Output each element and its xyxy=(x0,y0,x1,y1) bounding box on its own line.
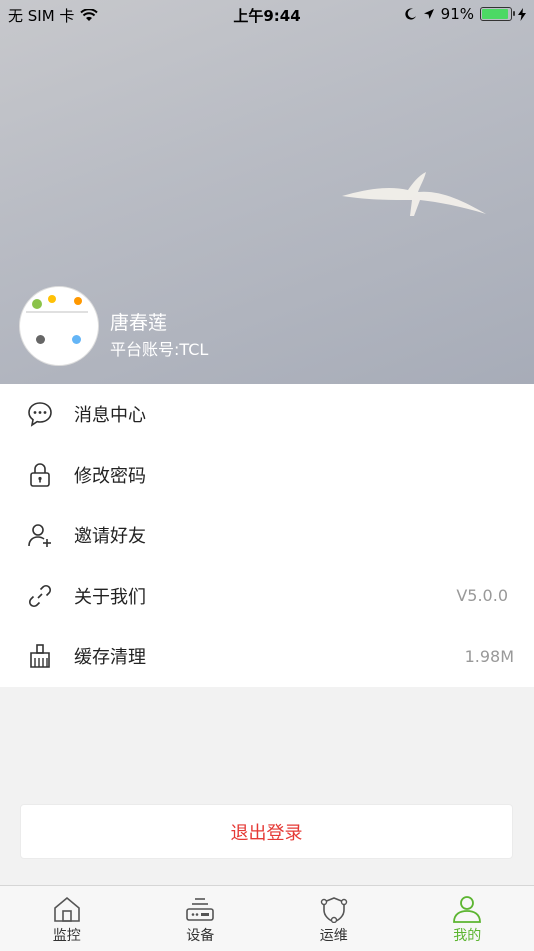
maintenance-icon xyxy=(319,895,349,923)
charging-icon xyxy=(518,8,526,21)
menu-label: 关于我们 xyxy=(74,583,146,609)
battery-percent: 91% xyxy=(441,5,474,23)
menu-item-change-password[interactable]: 修改密码 xyxy=(0,445,534,506)
tab-maintenance[interactable]: 运维 xyxy=(267,886,401,951)
device-icon xyxy=(185,895,215,923)
moon-icon xyxy=(405,8,417,20)
lock-icon xyxy=(26,461,54,489)
tab-devices[interactable]: 设备 xyxy=(134,886,268,951)
tab-label: 我的 xyxy=(453,925,481,945)
logout-button[interactable]: 退出登录 xyxy=(20,804,513,859)
user-account: 平台账号:TCL xyxy=(110,336,208,360)
settings-menu: 消息中心 修改密码 邀请好友 xyxy=(0,384,534,687)
menu-item-message-center[interactable]: 消息中心 xyxy=(0,384,534,445)
link-icon xyxy=(26,582,54,610)
menu-label: 修改密码 xyxy=(74,462,146,488)
tab-label: 设备 xyxy=(186,925,214,945)
message-icon xyxy=(26,400,54,428)
tab-monitor[interactable]: 监控 xyxy=(0,886,134,951)
profile-icon xyxy=(452,895,482,923)
menu-item-invite-friends[interactable]: 邀请好友 xyxy=(0,505,534,566)
profile-header-background: 唐春莲 平台账号:TCL xyxy=(0,0,534,384)
menu-label: 消息中心 xyxy=(74,401,146,427)
add-user-icon xyxy=(26,521,54,549)
location-arrow-icon xyxy=(423,8,435,20)
seagull-image xyxy=(340,170,490,230)
menu-label: 缓存清理 xyxy=(74,643,146,669)
avatar[interactable] xyxy=(19,286,99,366)
menu-item-about-us[interactable]: 关于我们 V5.0.0 xyxy=(0,566,534,627)
tab-label: 监控 xyxy=(53,925,81,945)
app-version: V5.0.0 xyxy=(456,586,508,605)
user-name: 唐春莲 xyxy=(110,308,167,335)
cache-size: 1.98M xyxy=(465,647,514,666)
broom-icon xyxy=(26,642,54,670)
status-bar: 无 SIM 卡 上午9:44 91% xyxy=(0,0,534,28)
tab-mine[interactable]: 我的 xyxy=(401,886,534,951)
menu-item-clear-cache[interactable]: 缓存清理 1.98M xyxy=(0,626,534,687)
battery-icon xyxy=(480,7,512,21)
tab-bar: 监控 设备 运维 我的 xyxy=(0,885,534,951)
menu-label: 邀请好友 xyxy=(74,522,146,548)
tab-label: 运维 xyxy=(320,925,348,945)
home-icon xyxy=(52,895,82,923)
